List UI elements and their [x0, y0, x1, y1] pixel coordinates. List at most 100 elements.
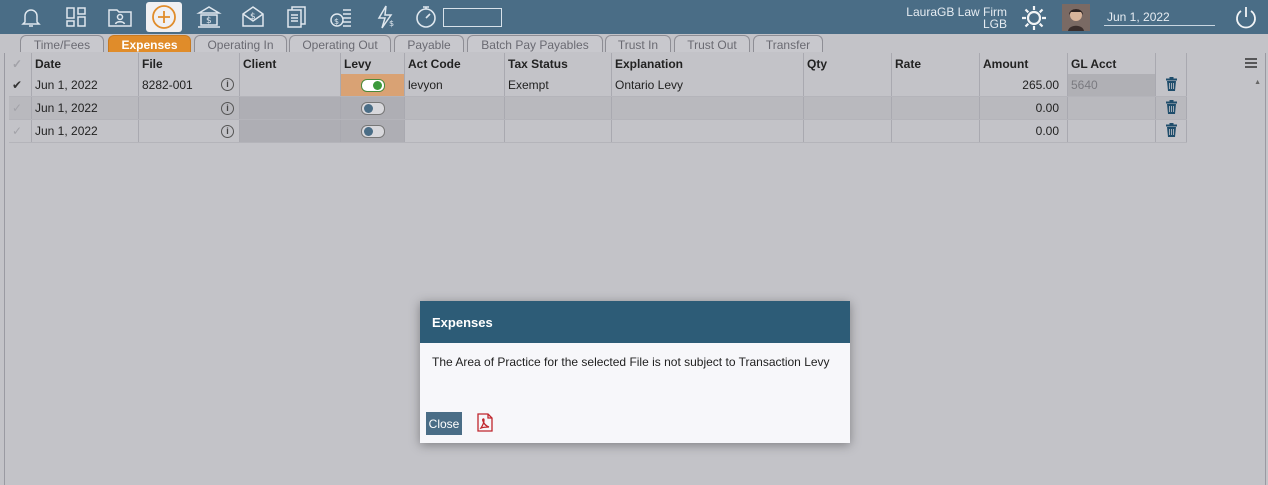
- cell-date[interactable]: Jun 1, 2022: [31, 74, 139, 97]
- svg-text:$: $: [389, 19, 394, 28]
- cell-levy[interactable]: [340, 96, 405, 120]
- timer-input[interactable]: [443, 8, 502, 27]
- avatar[interactable]: [1062, 4, 1090, 31]
- column-menu-icon[interactable]: [1245, 57, 1257, 71]
- dialog-title: Expenses: [420, 301, 850, 343]
- col-amount[interactable]: Amount: [979, 53, 1068, 74]
- bell-icon[interactable]: [16, 3, 46, 31]
- svg-text:$: $: [334, 17, 339, 26]
- cell-explanation[interactable]: [611, 96, 804, 120]
- levy-toggle[interactable]: [360, 102, 385, 116]
- scroll-up-arrow[interactable]: ▲: [1254, 79, 1261, 86]
- row-checkbox[interactable]: ✓: [9, 96, 32, 120]
- tab-trust-out[interactable]: Trust Out: [674, 35, 750, 52]
- file-value: 8282-001: [142, 78, 193, 92]
- trash-icon[interactable]: [1155, 96, 1187, 120]
- col-qty[interactable]: Qty: [803, 53, 892, 74]
- cell-amount[interactable]: 0.00: [979, 96, 1068, 120]
- col-client[interactable]: Client: [239, 53, 341, 74]
- table-row[interactable]: ✓ Jun 1, 2022 i 0.00: [9, 119, 1187, 143]
- pdf-icon[interactable]: [477, 413, 493, 435]
- power-icon[interactable]: [1232, 4, 1260, 32]
- coins-icon[interactable]: $: [326, 3, 356, 31]
- cell-tax-status[interactable]: Exempt: [504, 74, 612, 97]
- cell-levy[interactable]: [340, 74, 405, 97]
- col-actions: [1155, 53, 1187, 74]
- dashboard-icon[interactable]: [61, 3, 91, 31]
- trash-icon[interactable]: [1155, 119, 1187, 143]
- stopwatch-icon[interactable]: [411, 3, 441, 31]
- cell-tax-status[interactable]: [504, 96, 612, 120]
- info-icon[interactable]: i: [221, 78, 234, 91]
- firm-code: LGB: [982, 17, 1007, 31]
- col-rate[interactable]: Rate: [891, 53, 980, 74]
- table-row[interactable]: ✔ Jun 1, 2022 8282-001 i levyon Exempt On…: [9, 74, 1187, 97]
- tab-trust-in[interactable]: Trust In: [605, 35, 671, 52]
- cell-client[interactable]: [239, 119, 341, 143]
- client-folder-icon[interactable]: [105, 3, 135, 31]
- cell-gl-acct[interactable]: [1067, 119, 1156, 143]
- col-levy[interactable]: Levy: [340, 53, 405, 74]
- cell-qty[interactable]: [803, 74, 892, 97]
- quick-bill-icon[interactable]: $: [370, 3, 400, 31]
- cell-explanation[interactable]: [611, 119, 804, 143]
- tab-operating-in[interactable]: Operating In: [194, 35, 287, 52]
- row-checkbox[interactable]: ✔: [9, 74, 32, 97]
- tab-expenses[interactable]: Expenses: [108, 35, 191, 52]
- bank-icon[interactable]: $: [194, 3, 224, 31]
- trash-icon[interactable]: [1155, 74, 1187, 97]
- cell-date[interactable]: Jun 1, 2022: [31, 96, 139, 120]
- cell-file[interactable]: i: [138, 119, 240, 143]
- col-explanation[interactable]: Explanation: [611, 53, 804, 74]
- tab-time-fees[interactable]: Time/Fees: [20, 35, 104, 52]
- cell-amount[interactable]: 0.00: [979, 119, 1068, 143]
- cell-client[interactable]: [239, 96, 341, 120]
- add-entry-icon[interactable]: [146, 2, 182, 32]
- info-icon[interactable]: i: [221, 101, 234, 115]
- cell-gl-acct[interactable]: [1067, 96, 1156, 120]
- cell-qty[interactable]: [803, 96, 892, 120]
- col-gl-acct[interactable]: GL Acct: [1067, 53, 1156, 74]
- col-file[interactable]: File: [138, 53, 240, 74]
- tab-payable[interactable]: Payable: [394, 35, 464, 52]
- tab-batch-pay-payables[interactable]: Batch Pay Payables: [467, 35, 603, 52]
- dialog-message: The Area of Practice for the selected Fi…: [432, 355, 830, 369]
- col-date[interactable]: Date: [31, 53, 139, 74]
- levy-toggle[interactable]: [360, 79, 385, 93]
- tab-operating-out[interactable]: Operating Out: [289, 35, 391, 52]
- cell-rate[interactable]: [891, 96, 980, 120]
- tab-transfer[interactable]: Transfer: [753, 35, 823, 52]
- cell-levy[interactable]: [340, 119, 405, 143]
- current-date[interactable]: Jun 1, 2022: [1104, 10, 1215, 26]
- info-icon[interactable]: i: [221, 124, 234, 138]
- row-checkbox[interactable]: ✓: [9, 119, 32, 143]
- cell-date[interactable]: Jun 1, 2022: [31, 119, 139, 143]
- cell-act-code[interactable]: [404, 119, 505, 143]
- expenses-dialog: Expenses The Area of Practice for the se…: [420, 301, 850, 443]
- top-toolbar: $ $ $ $ LauraGB Law Firm LGB Jun 1, 2022: [0, 0, 1268, 34]
- col-act-code[interactable]: Act Code: [404, 53, 505, 74]
- levy-toggle[interactable]: [360, 125, 385, 139]
- table-row[interactable]: ✓ Jun 1, 2022 i 0.00: [9, 96, 1187, 120]
- gear-icon[interactable]: [1020, 4, 1048, 32]
- cell-file[interactable]: i: [138, 96, 240, 120]
- close-button[interactable]: Close: [426, 412, 462, 435]
- expenses-table: ✓ Date File Client Levy Act Code Tax Sta…: [9, 53, 1187, 143]
- cell-amount[interactable]: 265.00: [979, 74, 1068, 97]
- firm-info: LauraGB Law Firm LGB: [906, 6, 1007, 30]
- documents-icon[interactable]: [282, 3, 312, 31]
- svg-text:$: $: [206, 16, 212, 26]
- cell-explanation[interactable]: Ontario Levy: [611, 74, 804, 97]
- cell-gl-acct[interactable]: 5640: [1067, 74, 1156, 97]
- cell-qty[interactable]: [803, 119, 892, 143]
- cell-rate[interactable]: [891, 119, 980, 143]
- mail-money-icon[interactable]: $: [238, 3, 268, 31]
- cell-act-code[interactable]: [404, 96, 505, 120]
- cell-rate[interactable]: [891, 74, 980, 97]
- cell-client[interactable]: [239, 74, 341, 97]
- col-tax-status[interactable]: Tax Status: [504, 53, 612, 74]
- cell-act-code[interactable]: levyon: [404, 74, 505, 97]
- cell-file[interactable]: 8282-001 i: [138, 74, 240, 97]
- cell-tax-status[interactable]: [504, 119, 612, 143]
- select-all-checkbox[interactable]: ✓: [9, 53, 32, 74]
